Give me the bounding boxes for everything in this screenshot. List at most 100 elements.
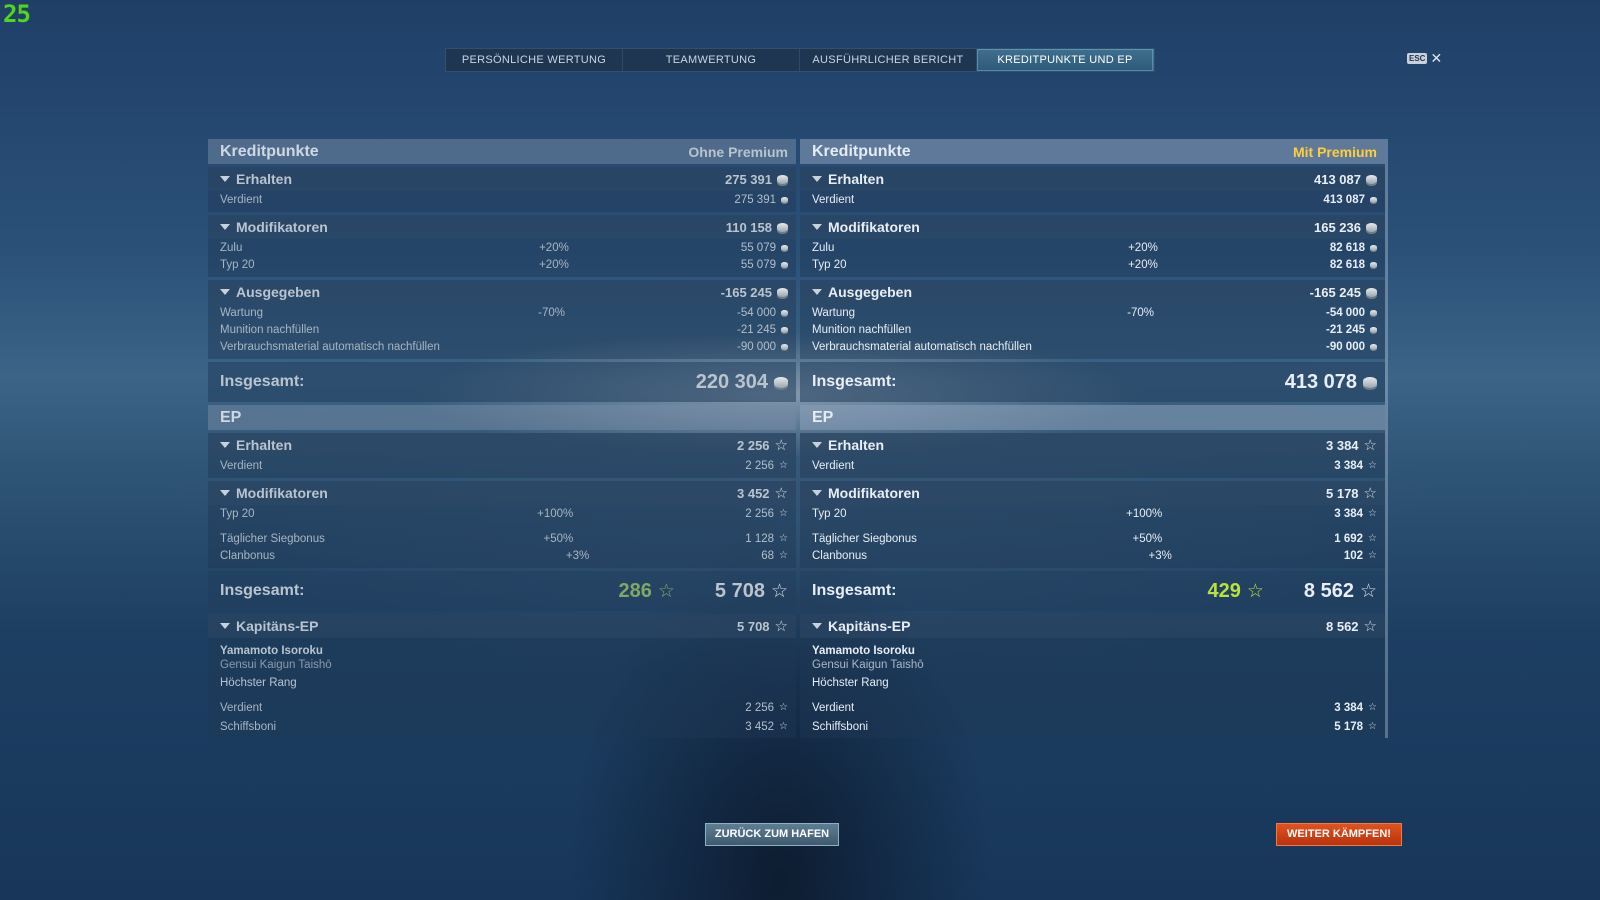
list-item: Munition nachfüllen -21 245	[800, 321, 1385, 338]
credits-modifiers-section[interactable]: Modifikatoren 165 236	[800, 215, 1385, 239]
row-label: Munition nachfüllen	[220, 323, 320, 336]
credits-coin-icon	[1366, 222, 1377, 232]
row-percent: +20%	[1128, 258, 1158, 271]
collapse-triangle-icon[interactable]	[812, 224, 822, 230]
credits-earned-section[interactable]: Erhalten 275 391	[208, 167, 796, 191]
collapse-triangle-icon[interactable]	[220, 176, 230, 182]
collapse-triangle-icon[interactable]	[220, 623, 230, 629]
list-item: Typ 20 +20% 55 079	[208, 256, 796, 273]
list-item: Clanbonus +3% 68 ☆	[208, 547, 796, 564]
collapse-triangle-icon[interactable]	[812, 442, 822, 448]
row-label: Verdient	[812, 459, 855, 472]
credits-coin-icon	[781, 261, 788, 268]
captain-xp-section[interactable]: Kapitäns-EP 8 562 ☆	[800, 614, 1385, 638]
xp-title: EP	[220, 408, 242, 426]
row-value: -54 000	[736, 306, 776, 319]
list-item: Typ 20 +20% 82 618	[800, 256, 1385, 273]
row-label: Verdient	[220, 459, 263, 472]
list-item: Verdient 275 391	[208, 191, 796, 208]
section-label: Erhalten	[828, 171, 885, 187]
row-percent: +3%	[1148, 549, 1172, 562]
collapse-triangle-icon[interactable]	[812, 623, 822, 629]
base-xp-value: 286	[618, 579, 652, 602]
row-label: Schiffsboni	[220, 720, 277, 733]
tab-detailed-report[interactable]: AUSFÜHRLICHER BERICHT	[800, 49, 977, 71]
row-percent: +3%	[565, 549, 590, 562]
xp-star-icon: ☆	[779, 702, 788, 713]
section-label: Ausgegeben	[828, 284, 913, 300]
xp-star-icon: ☆	[1368, 702, 1377, 713]
collapse-triangle-icon[interactable]	[220, 442, 230, 448]
row-value: -21 245	[736, 323, 776, 336]
credits-spent-section[interactable]: Ausgegeben -165 245	[208, 280, 796, 304]
row-percent: +20%	[539, 258, 569, 271]
credits-modifiers-block: Modifikatoren 110 158 Zulu +20% 55 079 Typ…	[208, 215, 796, 277]
xp-modifiers-block: Modifikatoren 5 178 ☆ Typ 20 +100% 3 384 ☆ T…	[800, 481, 1385, 568]
row-value: 413 087	[1323, 193, 1365, 206]
row-percent: +20%	[539, 241, 569, 254]
credits-spent-section[interactable]: Ausgegeben -165 245	[800, 280, 1385, 304]
row-value: 5 178	[1334, 720, 1364, 733]
tab-personal-score[interactable]: PERSÖNLICHE WERTUNG	[446, 49, 623, 71]
xp-earned-section[interactable]: Erhalten 3 384 ☆	[800, 433, 1385, 457]
section-label: Kapitäns-EP	[236, 618, 319, 634]
collapse-triangle-icon[interactable]	[812, 176, 822, 182]
captain-name: Yamamoto Isoroku	[220, 645, 323, 657]
xp-earned-section[interactable]: Erhalten 2 256 ☆	[208, 433, 796, 457]
row-percent: -70%	[538, 306, 565, 319]
collapse-triangle-icon[interactable]	[812, 289, 822, 295]
tab-team-score[interactable]: TEAMWERTUNG	[623, 49, 800, 71]
list-item: Verdient 2 256 ☆	[208, 698, 796, 717]
captain-xp-section[interactable]: Kapitäns-EP 5 708 ☆	[208, 614, 796, 638]
list-item: Täglicher Siegbonus +50% 1 128 ☆	[208, 530, 796, 547]
esc-key-icon: ESC	[1407, 52, 1428, 64]
row-percent: +100%	[1126, 507, 1163, 520]
credits-coin-icon	[1370, 326, 1377, 333]
total-label: Insgesamt:	[220, 582, 305, 599]
xp-modifiers-section[interactable]: Modifikatoren 3 452 ☆	[208, 481, 796, 505]
panel-without-premium: Kreditpunkte Ohne Premium Erhalten 275 3…	[208, 139, 796, 738]
row-label: Typ 20	[812, 507, 847, 520]
section-value: 413 087	[1314, 171, 1361, 187]
close-button[interactable]: ESC ✕	[1407, 51, 1442, 65]
collapse-triangle-icon[interactable]	[812, 490, 822, 496]
section-value: 2 256	[737, 437, 770, 453]
xp-modifiers-section[interactable]: Modifikatoren 5 178 ☆	[800, 481, 1385, 505]
row-value: 2 256	[745, 459, 775, 472]
panel-with-premium: Kreditpunkte Mit Premium Erhalten 413 08…	[800, 139, 1388, 738]
xp-star-icon: ☆	[1368, 550, 1377, 561]
collapse-triangle-icon[interactable]	[220, 224, 230, 230]
xp-modifiers-block: Modifikatoren 3 452 ☆ Typ 20 +100% 2 256 ☆ T…	[208, 481, 796, 568]
captain-xp-block: Kapitäns-EP 5 708 ☆ Yamamoto Isoroku Gens…	[208, 614, 796, 738]
back-to-port-button[interactable]: ZURÜCK ZUM HAFEN	[705, 823, 839, 846]
row-label: Verdient	[220, 701, 263, 714]
captain-name: Yamamoto Isoroku	[812, 645, 915, 657]
xp-total: Insgesamt: 286 ☆ 5 708 ☆	[208, 571, 796, 611]
list-item: Verbrauchsmaterial automatisch nachfülle…	[208, 338, 796, 355]
xp-star-icon: ☆	[770, 580, 788, 602]
section-value: 5 708	[737, 618, 770, 634]
xp-star-icon: ☆	[1359, 580, 1377, 602]
list-item: Zulu +20% 55 079	[208, 239, 796, 256]
collapse-triangle-icon[interactable]	[220, 490, 230, 496]
list-item: Typ 20 +100% 3 384 ☆	[800, 505, 1385, 522]
collapse-triangle-icon[interactable]	[220, 289, 230, 295]
credits-modifiers-section[interactable]: Modifikatoren 110 158	[208, 215, 796, 239]
list-item: Zulu +20% 82 618	[800, 239, 1385, 256]
row-label: Wartung	[220, 306, 264, 319]
row-percent: -70%	[1127, 306, 1154, 319]
credits-coin-icon	[774, 376, 788, 388]
credits-coin-icon	[1370, 244, 1377, 251]
credits-earned-section[interactable]: Erhalten 413 087	[800, 167, 1385, 191]
total-value: 220 304	[695, 370, 768, 393]
section-label: Erhalten	[236, 171, 293, 187]
tab-credits-and-xp[interactable]: KREDITPUNKTE UND EP	[977, 49, 1154, 71]
credits-coin-icon	[777, 174, 788, 184]
credits-coin-icon	[781, 309, 788, 316]
credits-coin-icon	[1363, 376, 1377, 388]
row-value: 3 384	[1334, 701, 1364, 714]
total-value: 5 708	[714, 579, 765, 602]
row-label: Verdient	[812, 701, 855, 714]
keep-fighting-button[interactable]: WEITER KÄMPFEN!	[1276, 823, 1402, 846]
list-item: Clanbonus +3% 102 ☆	[800, 547, 1385, 564]
